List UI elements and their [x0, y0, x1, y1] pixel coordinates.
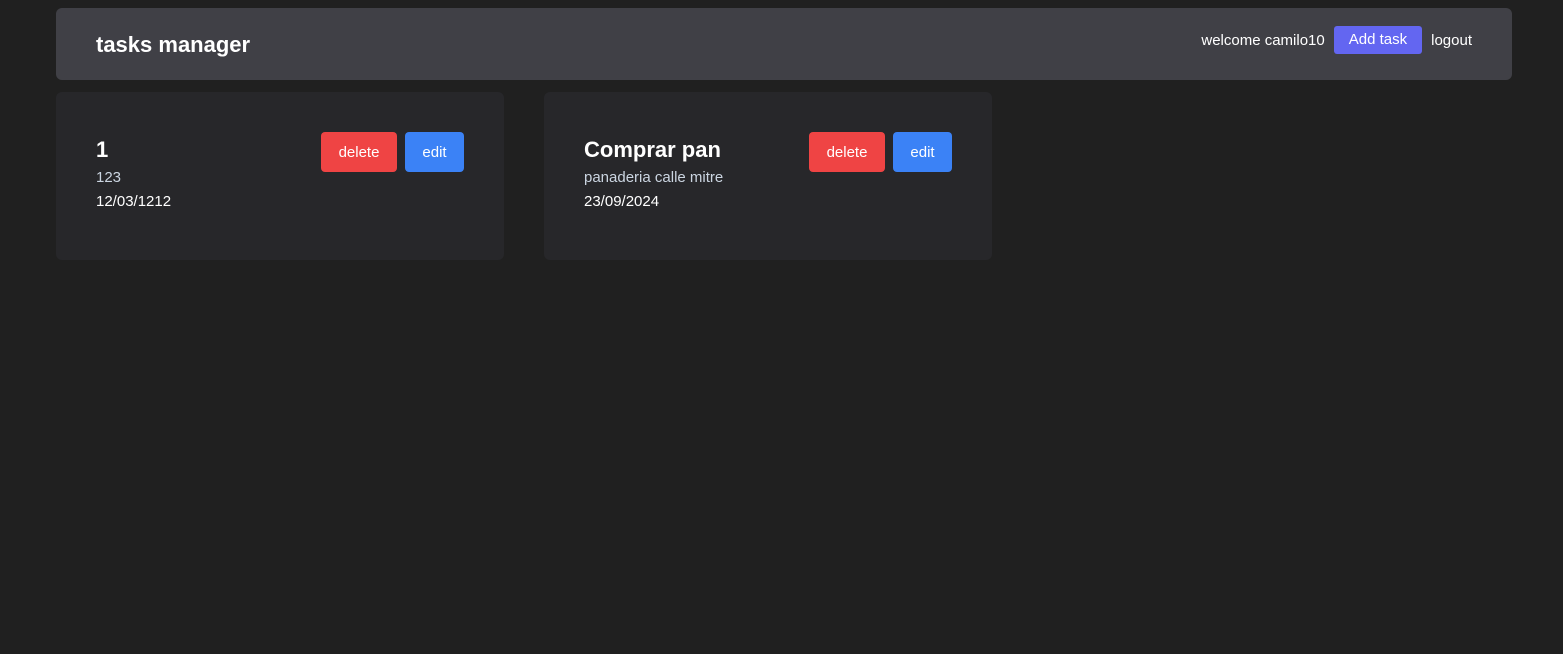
task-date: 23/09/2024 [584, 193, 660, 210]
welcome-text: welcome camilo10 [1201, 31, 1325, 49]
nav-right: welcome camilo10 Add task logout [1201, 26, 1472, 54]
task-grid: 1 delete edit 123 12/03/1212 Comprar pan… [56, 92, 992, 260]
task-card-header: Comprar pan delete edit [584, 132, 952, 172]
task-card: Comprar pan delete edit panaderia calle … [544, 92, 992, 260]
logout-link[interactable]: logout [1431, 32, 1472, 49]
task-title: 1 [96, 137, 109, 162]
delete-button[interactable]: delete [321, 132, 397, 172]
task-card-header: 1 delete edit [96, 132, 464, 172]
edit-button[interactable]: edit [893, 132, 952, 172]
add-task-button[interactable]: Add task [1333, 26, 1423, 54]
task-title: Comprar pan [584, 137, 721, 162]
task-actions: delete edit [809, 132, 952, 172]
navbar: tasks manager welcome camilo10 Add task … [56, 8, 1512, 80]
task-actions: delete edit [321, 132, 464, 172]
brand-link[interactable]: tasks manager [96, 32, 250, 58]
edit-button[interactable]: edit [405, 132, 464, 172]
task-date: 12/03/1212 [96, 193, 172, 210]
task-card: 1 delete edit 123 12/03/1212 [56, 92, 504, 260]
delete-button[interactable]: delete [809, 132, 885, 172]
